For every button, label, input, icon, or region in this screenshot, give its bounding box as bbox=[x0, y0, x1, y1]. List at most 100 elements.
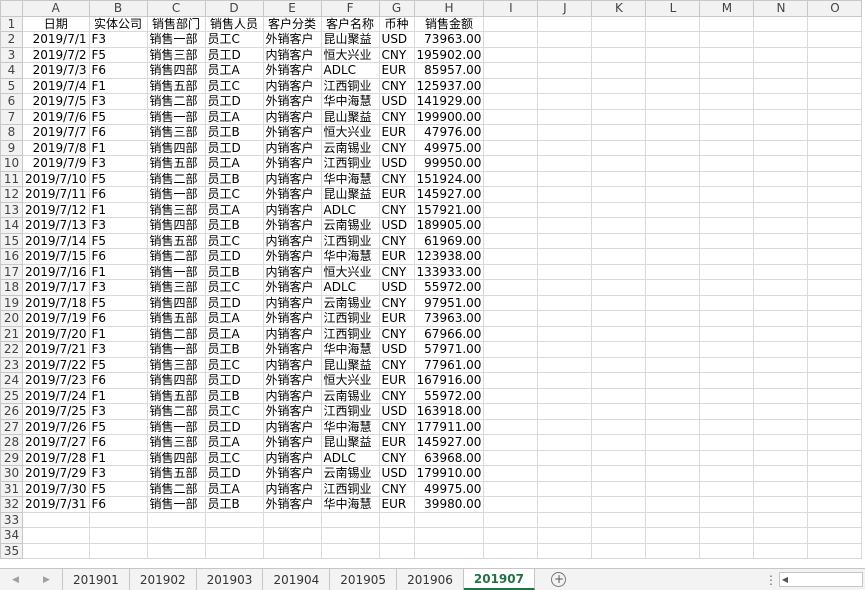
cell[interactable] bbox=[483, 542, 539, 559]
cell[interactable] bbox=[699, 108, 755, 125]
cell[interactable] bbox=[645, 294, 701, 311]
cell[interactable] bbox=[645, 15, 701, 32]
cell[interactable] bbox=[645, 542, 701, 559]
cell[interactable]: F6 bbox=[88, 62, 148, 79]
cell[interactable]: EUR bbox=[378, 372, 415, 389]
cell[interactable]: EUR bbox=[378, 496, 415, 513]
cell[interactable] bbox=[807, 356, 863, 373]
cell[interactable]: 内销客户 bbox=[262, 263, 322, 280]
cell[interactable] bbox=[753, 294, 809, 311]
cell[interactable] bbox=[483, 341, 539, 358]
cell[interactable]: 员工A bbox=[204, 108, 264, 125]
cell[interactable]: 73963.00 bbox=[413, 31, 485, 48]
cell[interactable]: 123938.00 bbox=[413, 248, 485, 265]
cell[interactable] bbox=[483, 31, 539, 48]
cell[interactable]: 2019/7/24 bbox=[22, 387, 90, 404]
cell[interactable] bbox=[320, 511, 380, 528]
cell[interactable] bbox=[537, 31, 593, 48]
cell[interactable] bbox=[22, 542, 90, 559]
cell[interactable] bbox=[807, 248, 863, 265]
cell[interactable]: 销售四部 bbox=[146, 62, 206, 79]
cell[interactable]: 外销客户 bbox=[262, 496, 322, 513]
cell[interactable] bbox=[204, 527, 264, 544]
sheet-tab-201902[interactable]: 201902 bbox=[130, 569, 197, 590]
cell[interactable]: CNY bbox=[378, 325, 415, 342]
cell[interactable] bbox=[537, 310, 593, 327]
cell[interactable]: 55972.00 bbox=[413, 387, 485, 404]
row-header[interactable]: 26 bbox=[0, 403, 23, 420]
cell[interactable] bbox=[807, 46, 863, 63]
cell[interactable]: 销售一部 bbox=[146, 186, 206, 203]
cell[interactable] bbox=[591, 77, 647, 94]
row-header[interactable]: 12 bbox=[0, 186, 23, 203]
cell[interactable] bbox=[807, 279, 863, 296]
cell[interactable]: EUR bbox=[378, 186, 415, 203]
cell[interactable]: 销售二部 bbox=[146, 480, 206, 497]
cell[interactable]: 2019/7/13 bbox=[22, 217, 90, 234]
cell[interactable]: 销售一部 bbox=[146, 31, 206, 48]
cell[interactable] bbox=[699, 310, 755, 327]
cell[interactable]: 49975.00 bbox=[413, 480, 485, 497]
cell[interactable] bbox=[753, 403, 809, 420]
cell[interactable] bbox=[537, 155, 593, 172]
cell[interactable]: 员工A bbox=[204, 201, 264, 218]
cell[interactable]: 61969.00 bbox=[413, 232, 485, 249]
cell[interactable]: CNY bbox=[378, 201, 415, 218]
cell[interactable]: ADLC bbox=[320, 279, 380, 296]
cell[interactable] bbox=[753, 124, 809, 141]
cell[interactable] bbox=[483, 527, 539, 544]
cell[interactable] bbox=[537, 201, 593, 218]
row-header[interactable]: 16 bbox=[0, 248, 23, 265]
cell[interactable]: ADLC bbox=[320, 62, 380, 79]
cell[interactable]: CNY bbox=[378, 170, 415, 187]
cell[interactable] bbox=[537, 496, 593, 513]
cell[interactable] bbox=[537, 449, 593, 466]
cell[interactable]: 167916.00 bbox=[413, 372, 485, 389]
sheet-tab-201907[interactable]: 201907 bbox=[463, 569, 535, 590]
cell[interactable] bbox=[753, 77, 809, 94]
cell[interactable] bbox=[753, 155, 809, 172]
cell[interactable] bbox=[537, 356, 593, 373]
cell[interactable]: 2019/7/4 bbox=[22, 77, 90, 94]
cell[interactable] bbox=[753, 325, 809, 342]
cell[interactable] bbox=[807, 217, 863, 234]
cell[interactable] bbox=[537, 341, 593, 358]
row-header[interactable]: 5 bbox=[0, 77, 23, 94]
horizontal-scrollbar[interactable]: ◀ bbox=[779, 572, 863, 587]
cell[interactable]: 199900.00 bbox=[413, 108, 485, 125]
column-header-f[interactable]: F bbox=[320, 0, 380, 17]
cell[interactable]: 江西铜业 bbox=[320, 155, 380, 172]
cell[interactable] bbox=[591, 170, 647, 187]
cell[interactable] bbox=[483, 201, 539, 218]
cell[interactable] bbox=[699, 341, 755, 358]
cell[interactable] bbox=[483, 372, 539, 389]
cell[interactable] bbox=[753, 418, 809, 435]
cell[interactable] bbox=[807, 372, 863, 389]
cell[interactable] bbox=[699, 294, 755, 311]
cell[interactable] bbox=[807, 418, 863, 435]
cell[interactable] bbox=[645, 263, 701, 280]
cell[interactable]: 内销客户 bbox=[262, 294, 322, 311]
cell[interactable] bbox=[645, 341, 701, 358]
cell[interactable] bbox=[591, 31, 647, 48]
cell[interactable] bbox=[262, 511, 322, 528]
cell[interactable]: 员工D bbox=[204, 248, 264, 265]
cell[interactable]: 外销客户 bbox=[262, 372, 322, 389]
cell[interactable] bbox=[753, 186, 809, 203]
cell[interactable]: 员工C bbox=[204, 31, 264, 48]
cell[interactable]: 员工B bbox=[204, 124, 264, 141]
cell[interactable]: 外销客户 bbox=[262, 62, 322, 79]
cell[interactable]: USD bbox=[378, 341, 415, 358]
cell[interactable]: F3 bbox=[88, 155, 148, 172]
row-header[interactable]: 2 bbox=[0, 31, 23, 48]
row-header[interactable]: 23 bbox=[0, 356, 23, 373]
cell[interactable] bbox=[699, 387, 755, 404]
cell[interactable]: 2019/7/1 bbox=[22, 31, 90, 48]
worksheet-table[interactable]: ABCDEFGHIJKLMNO 1 日期 实体公司 销售部门 销售人员 客户分类 客户名称币… bbox=[0, 0, 863, 559]
cell[interactable] bbox=[483, 434, 539, 451]
cell[interactable] bbox=[483, 294, 539, 311]
sheet-tab-201903[interactable]: 201903 bbox=[197, 569, 264, 590]
cell[interactable] bbox=[699, 372, 755, 389]
cell[interactable]: 157921.00 bbox=[413, 201, 485, 218]
cell[interactable]: 员工A bbox=[204, 325, 264, 342]
